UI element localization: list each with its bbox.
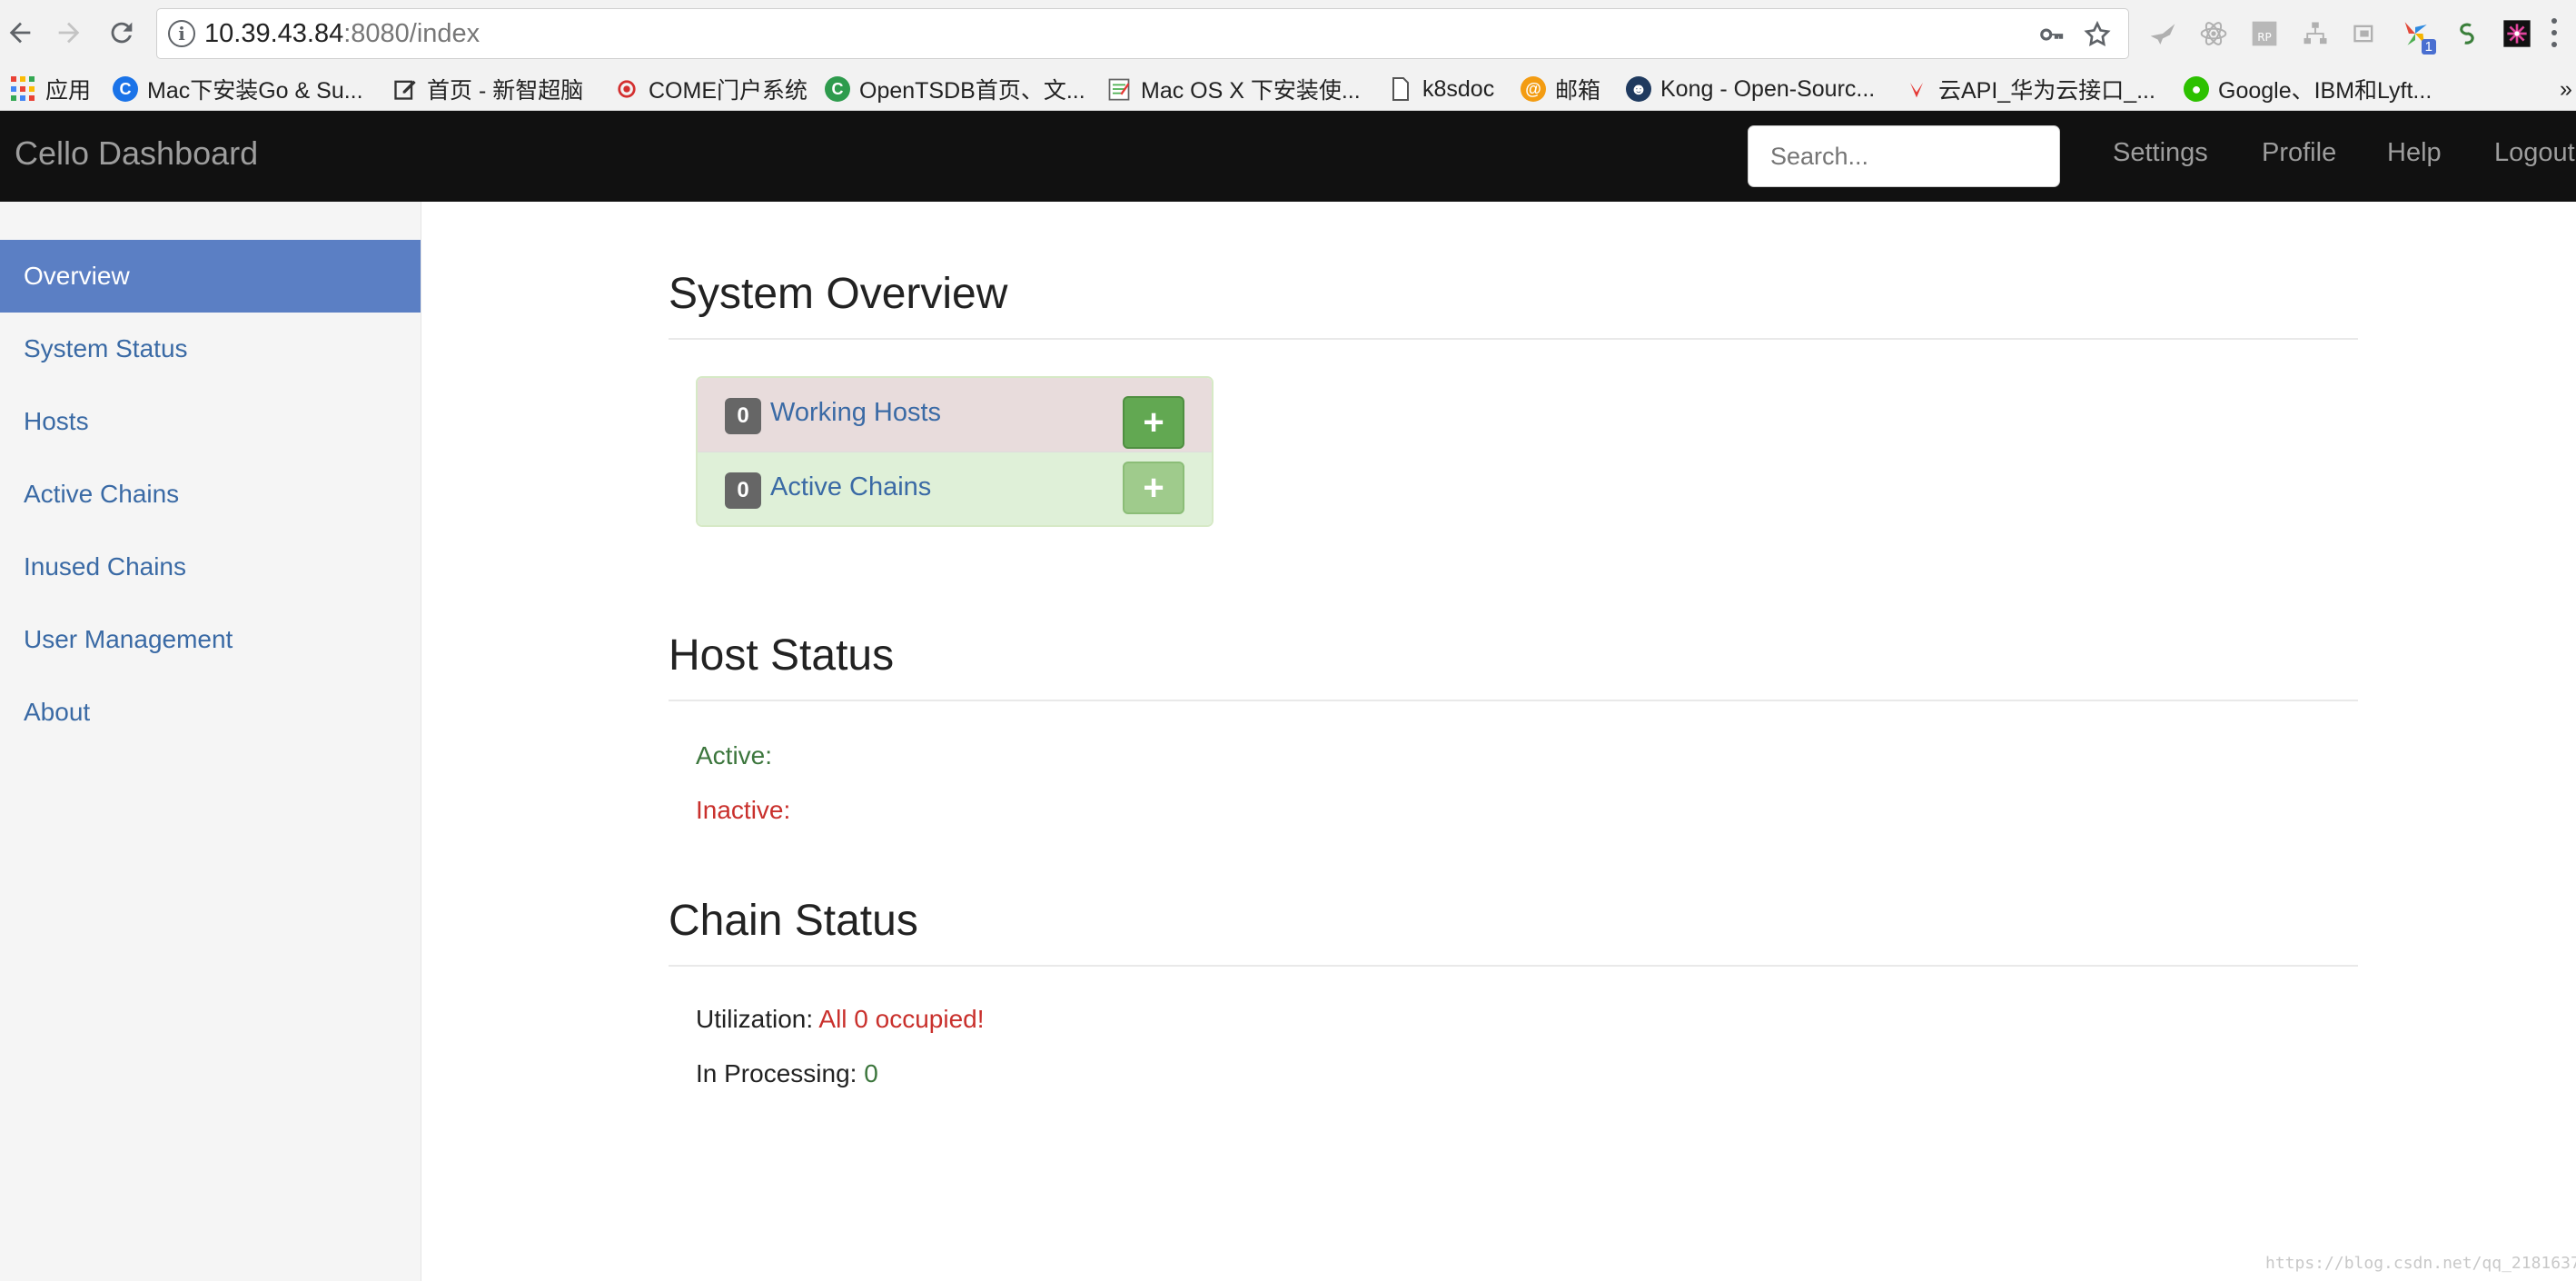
sidebar: Overview System Status Hosts Active Chai…: [0, 202, 421, 1281]
active-chains-row: 0 Active Chains +: [698, 452, 1212, 525]
react-extension-icon[interactable]: [2196, 16, 2231, 51]
notepad-icon: [1106, 76, 1132, 102]
bookmark-mac-os[interactable]: Mac OS X 下安装使...: [1106, 67, 1361, 111]
bookmark-label: 云API_华为云接口_...: [1938, 78, 2155, 104]
forward-arrow-icon[interactable]: [49, 13, 89, 53]
active-chains-count-badge: 0: [725, 472, 761, 509]
search-input[interactable]: [1748, 125, 2060, 187]
in-processing-row: In Processing: 0: [696, 1059, 878, 1088]
bookmark-come[interactable]: COME门户系统: [614, 67, 807, 111]
working-hosts-link[interactable]: Working Hosts: [770, 398, 941, 428]
browser-chrome: i 10.39.43.84:8080/index RP 1 应用 C Mac下安…: [0, 0, 2576, 111]
bookmarks-bar: 应用 C Mac下安装Go & Su... 首页 - 新智超脑 COME门户系统…: [0, 67, 2576, 111]
add-host-button[interactable]: +: [1123, 396, 1184, 449]
bookmark-google-ibm[interactable]: ● Google、IBM和Lyft...: [2184, 67, 2432, 111]
settings-link[interactable]: Settings: [2113, 138, 2208, 168]
bookmark-label: Mac下安装Go & Su...: [147, 78, 363, 104]
in-processing-value: 0: [864, 1059, 878, 1087]
apps-grid-icon: [11, 76, 36, 102]
heading-divider: [669, 338, 2358, 340]
bookmark-apps[interactable]: 应用: [11, 67, 91, 111]
url-path: :8080/index: [343, 19, 481, 48]
utilization-row: Utilization: All 0 occupied!: [696, 1005, 985, 1034]
bookmark-label: 首页 - 新智超脑: [427, 78, 584, 104]
sitemap-extension-icon[interactable]: [2298, 16, 2333, 51]
sidebar-item-user-management[interactable]: User Management: [0, 603, 421, 676]
bookmark-label: OpenTSDB首页、文...: [859, 78, 1085, 104]
active-hosts-label: Active:: [696, 741, 773, 770]
active-chains-link[interactable]: Active Chains: [770, 472, 931, 502]
wechat-icon: ●: [2184, 76, 2209, 102]
bird-extension-icon[interactable]: [2145, 16, 2180, 51]
pinwheel-extension-icon[interactable]: 1: [2398, 16, 2436, 55]
bookmark-k8sdoc[interactable]: k8sdoc: [1388, 67, 1494, 111]
profile-link[interactable]: Profile: [2262, 138, 2336, 168]
overview-panel: 0 Working Hosts + 0 Active Chains +: [696, 376, 1214, 527]
bookmark-label: k8sdoc: [1422, 75, 1495, 102]
chevron-double-right-icon: »: [2560, 75, 2572, 102]
bookmark-label: Kong - Open-Sourc...: [1660, 75, 1876, 102]
extension-badge: 1: [2421, 39, 2436, 55]
bookmark-kong[interactable]: ☻ Kong - Open-Sourc...: [1626, 67, 1875, 111]
in-processing-label: In Processing:: [696, 1059, 857, 1087]
mail-icon: @: [1521, 76, 1546, 102]
bookmarks-overflow[interactable]: »: [2560, 67, 2572, 111]
rp-extension-icon[interactable]: RP: [2247, 16, 2282, 51]
bookmark-xinzhi[interactable]: 首页 - 新智超脑: [392, 67, 583, 111]
edit-icon: [392, 76, 418, 102]
gorilla-icon: ☻: [1626, 76, 1651, 102]
svg-text:RP: RP: [2257, 31, 2272, 44]
chain-status-heading: Chain Status: [669, 897, 918, 945]
back-arrow-icon[interactable]: [0, 13, 40, 53]
sidebar-item-system-status[interactable]: System Status: [0, 313, 421, 385]
sidebar-item-inused-chains[interactable]: Inused Chains: [0, 531, 421, 603]
sidebar-item-about[interactable]: About: [0, 676, 421, 749]
system-overview-heading: System Overview: [669, 270, 1008, 318]
key-icon[interactable]: [2036, 18, 2068, 51]
sidebar-item-hosts[interactable]: Hosts: [0, 385, 421, 458]
bookmark-label: Mac OS X 下安装使...: [1141, 78, 1361, 104]
star-icon[interactable]: [2081, 18, 2114, 51]
bookmark-label: Google、IBM和Lyft...: [2218, 78, 2432, 104]
working-hosts-row: 0 Working Hosts +: [698, 378, 1212, 452]
help-link[interactable]: Help: [2387, 138, 2442, 168]
bookmark-label: 邮箱: [1555, 78, 1601, 104]
url-host: 10.39.43.84: [204, 19, 344, 48]
logout-link[interactable]: Logout: [2494, 138, 2575, 168]
host-status-heading: Host Status: [669, 631, 895, 680]
info-icon[interactable]: i: [168, 20, 195, 47]
huawei-icon: [1904, 76, 1929, 102]
bookmark-mac-go[interactable]: C Mac下安装Go & Su...: [113, 67, 363, 111]
reload-icon[interactable]: [102, 13, 142, 53]
c-blue-icon: C: [113, 76, 138, 102]
brand-title[interactable]: Cello Dashboard: [15, 134, 258, 173]
utilization-value: All 0 occupied!: [818, 1005, 985, 1033]
c-green-icon: C: [825, 76, 850, 102]
snowflake-extension-icon[interactable]: [2500, 16, 2534, 51]
watermark: https://blog.csdn.net/qq_21816375: [2265, 1254, 2576, 1273]
sidebar-item-active-chains[interactable]: Active Chains: [0, 458, 421, 531]
browser-toolbar: i 10.39.43.84:8080/index RP 1: [0, 0, 2576, 67]
heading-divider: [669, 965, 2358, 967]
inactive-hosts-label: Inactive:: [696, 796, 791, 824]
add-chain-button[interactable]: +: [1123, 462, 1184, 514]
bookmark-huawei[interactable]: 云API_华为云接口_...: [1904, 67, 2155, 111]
file-icon: [1388, 76, 1413, 102]
bookmark-opentsdb[interactable]: C OpenTSDB首页、文...: [825, 67, 1085, 111]
utilization-label: Utilization:: [696, 1005, 814, 1033]
bookmark-label: COME门户系统: [649, 78, 808, 104]
bookmark-label: 应用: [45, 78, 92, 104]
app-navbar: Cello Dashboard Settings Profile Help Lo…: [0, 111, 2576, 202]
green-s-extension-icon[interactable]: [2449, 16, 2483, 51]
browser-menu-icon[interactable]: [2543, 15, 2565, 51]
sidebar-item-overview[interactable]: Overview: [0, 240, 421, 313]
working-hosts-count-badge: 0: [725, 398, 761, 434]
heading-divider: [669, 700, 2358, 701]
url-text[interactable]: 10.39.43.84:8080/index: [204, 19, 480, 49]
window-extension-icon[interactable]: [2347, 16, 2382, 51]
red-dot-icon: [614, 76, 639, 102]
address-bar[interactable]: i 10.39.43.84:8080/index: [156, 8, 2129, 59]
bookmark-mail[interactable]: @ 邮箱: [1521, 67, 1600, 111]
